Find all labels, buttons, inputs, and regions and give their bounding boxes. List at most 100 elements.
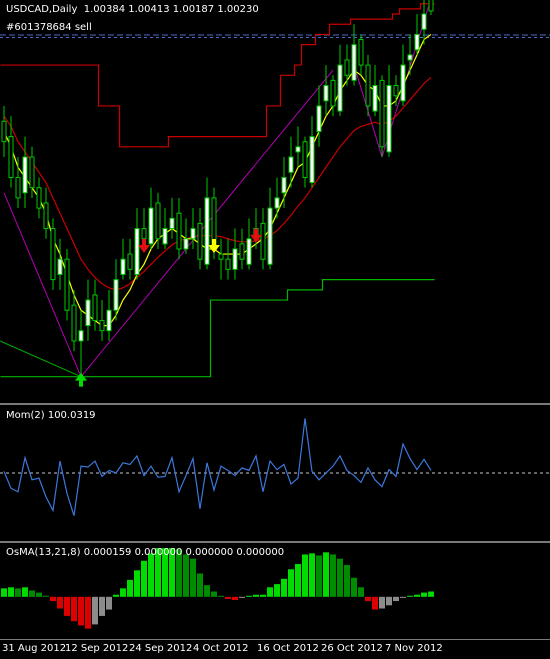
candle-body bbox=[113, 279, 119, 311]
candle-body bbox=[120, 258, 126, 276]
candle-body bbox=[155, 202, 161, 240]
candle-body bbox=[316, 105, 322, 132]
candle-body bbox=[428, 0, 434, 12]
osma-bar bbox=[1, 588, 7, 597]
osma-bar bbox=[197, 573, 203, 597]
candle-body bbox=[36, 187, 42, 209]
candle-body bbox=[295, 146, 301, 153]
candle-body bbox=[246, 238, 252, 265]
candle-body bbox=[274, 197, 280, 209]
x-tick-label: 31 Aug 2012 bbox=[2, 643, 67, 654]
candle-body bbox=[302, 141, 308, 178]
candle-body bbox=[365, 64, 371, 107]
osma-bar bbox=[57, 596, 63, 609]
candle-body bbox=[218, 253, 224, 260]
candle-body bbox=[281, 176, 287, 194]
candle-body bbox=[92, 294, 98, 321]
candle-body bbox=[421, 13, 427, 30]
x-tick-label: 24 Sep 2012 bbox=[129, 643, 193, 654]
candle-body bbox=[15, 176, 21, 199]
candle-body bbox=[204, 197, 210, 265]
price-chart bbox=[0, 0, 550, 387]
price-panel[interactable]: USDCAD,Daily 1.00384 1.00413 1.00187 1.0… bbox=[0, 0, 550, 403]
candle-body bbox=[323, 85, 329, 102]
osma-bar bbox=[211, 591, 217, 597]
osma-bar bbox=[295, 563, 301, 597]
osma-bar bbox=[351, 577, 357, 597]
osma-bar bbox=[232, 596, 238, 601]
candle-body bbox=[141, 228, 147, 240]
osma-bar bbox=[365, 596, 371, 602]
price-title: USDCAD,Daily 1.00384 1.00413 1.00187 1.0… bbox=[6, 4, 259, 15]
candle-body bbox=[379, 79, 385, 148]
candle-body bbox=[1, 120, 7, 143]
osma-bar bbox=[316, 555, 322, 597]
osma-bar bbox=[15, 588, 21, 597]
candle-body bbox=[232, 248, 238, 270]
candle-body bbox=[162, 228, 168, 245]
osma-bar bbox=[71, 596, 77, 622]
osma-bar bbox=[8, 587, 14, 597]
fan-line bbox=[0, 340, 82, 378]
osma-bar bbox=[274, 584, 280, 597]
osma-bar bbox=[43, 595, 49, 597]
candle-body bbox=[43, 202, 49, 230]
osma-bar bbox=[407, 595, 413, 597]
candle-body bbox=[29, 156, 35, 189]
osma-bar bbox=[386, 596, 392, 606]
x-tick-label: 7 Nov 2012 bbox=[385, 643, 443, 654]
x-tick-label: 16 Oct 2012 bbox=[257, 643, 319, 654]
osma-bar bbox=[239, 596, 245, 598]
osma-bar bbox=[141, 560, 147, 597]
osma-bar bbox=[22, 587, 28, 597]
osma-bar bbox=[148, 553, 154, 597]
osma-bar bbox=[379, 596, 385, 609]
candle-body bbox=[127, 253, 133, 270]
candle-body bbox=[414, 33, 420, 51]
osma-bar bbox=[127, 579, 133, 597]
osma-panel[interactable]: OsMA(13,21,8) 0.000159 0.000000 0.000000… bbox=[0, 543, 550, 639]
candle-body bbox=[106, 309, 112, 332]
osma-title: OsMA(13,21,8) 0.000159 0.000000 0.000000… bbox=[6, 547, 285, 558]
osma-bar bbox=[281, 578, 287, 597]
momentum-line bbox=[3, 418, 432, 516]
osma-bar bbox=[267, 587, 273, 597]
candle-body bbox=[64, 258, 70, 311]
candle-body bbox=[99, 319, 105, 332]
candle-body bbox=[134, 228, 140, 276]
candle-body bbox=[239, 243, 245, 260]
osma-bar bbox=[36, 592, 42, 597]
candle-body bbox=[190, 228, 196, 240]
osma-bar bbox=[309, 553, 315, 597]
candle-body bbox=[50, 228, 56, 281]
candle-body bbox=[225, 258, 231, 270]
candle-body bbox=[330, 79, 336, 107]
osma-bar bbox=[421, 592, 427, 597]
candle-body bbox=[78, 330, 84, 342]
order-label: #601378684 sell bbox=[6, 22, 92, 33]
momentum-chart bbox=[0, 418, 550, 516]
momentum-panel[interactable]: Mom(2) 100.0319 bbox=[0, 405, 550, 541]
osma-bar bbox=[204, 585, 210, 597]
osma-bar bbox=[29, 590, 35, 597]
x-tick-label: 26 Oct 2012 bbox=[321, 643, 383, 654]
osma-bar bbox=[344, 565, 350, 597]
candle-body bbox=[309, 136, 315, 184]
osma-bar bbox=[92, 596, 98, 625]
osma-bar bbox=[428, 591, 434, 597]
candle-body bbox=[351, 44, 357, 81]
osma-bar bbox=[400, 596, 406, 598]
osma-bar bbox=[288, 569, 294, 597]
osma-bar bbox=[120, 588, 126, 597]
candle-body bbox=[197, 222, 203, 260]
momentum-title: Mom(2) 100.0319 bbox=[6, 410, 96, 421]
osma-bar bbox=[372, 596, 378, 610]
candle-body bbox=[176, 212, 182, 250]
candle-body bbox=[71, 304, 77, 342]
sell-arrow-icon bbox=[138, 238, 150, 253]
candle-body bbox=[400, 64, 406, 102]
osma-bar bbox=[85, 596, 91, 629]
osma-bar bbox=[113, 594, 119, 597]
x-axis: 31 Aug 2012 12 Sep 2012 24 Sep 2012 4 Oc… bbox=[0, 639, 550, 659]
candle-body bbox=[8, 136, 14, 178]
